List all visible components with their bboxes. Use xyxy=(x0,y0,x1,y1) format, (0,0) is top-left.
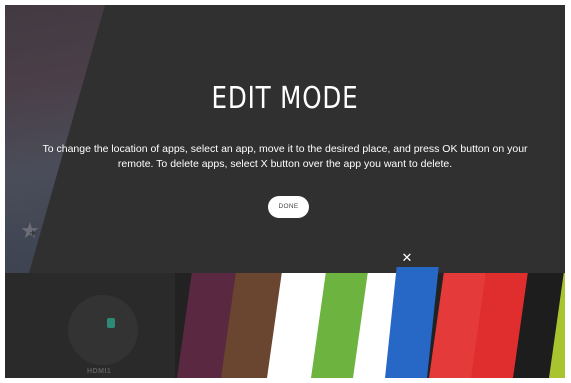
hdmi-connector-icon xyxy=(107,318,115,328)
done-button[interactable]: DONE xyxy=(268,196,309,218)
instructions-text: To change the location of apps, select a… xyxy=(42,143,528,170)
plus-icon: + xyxy=(29,229,37,239)
close-icon[interactable]: ✕ xyxy=(401,252,413,265)
app-tile-hdmi1[interactable]: HDMI1 xyxy=(5,273,175,378)
page-title: EDIT MODE xyxy=(211,81,359,116)
hdmi-label: HDMI1 xyxy=(87,368,112,375)
dim-overlay xyxy=(5,5,565,273)
launcher-bar: HDMI1 xyxy=(5,273,565,378)
tv-screen: ★ + EDIT MODE To change the location of … xyxy=(5,5,565,378)
hdmi-icon xyxy=(68,295,138,365)
